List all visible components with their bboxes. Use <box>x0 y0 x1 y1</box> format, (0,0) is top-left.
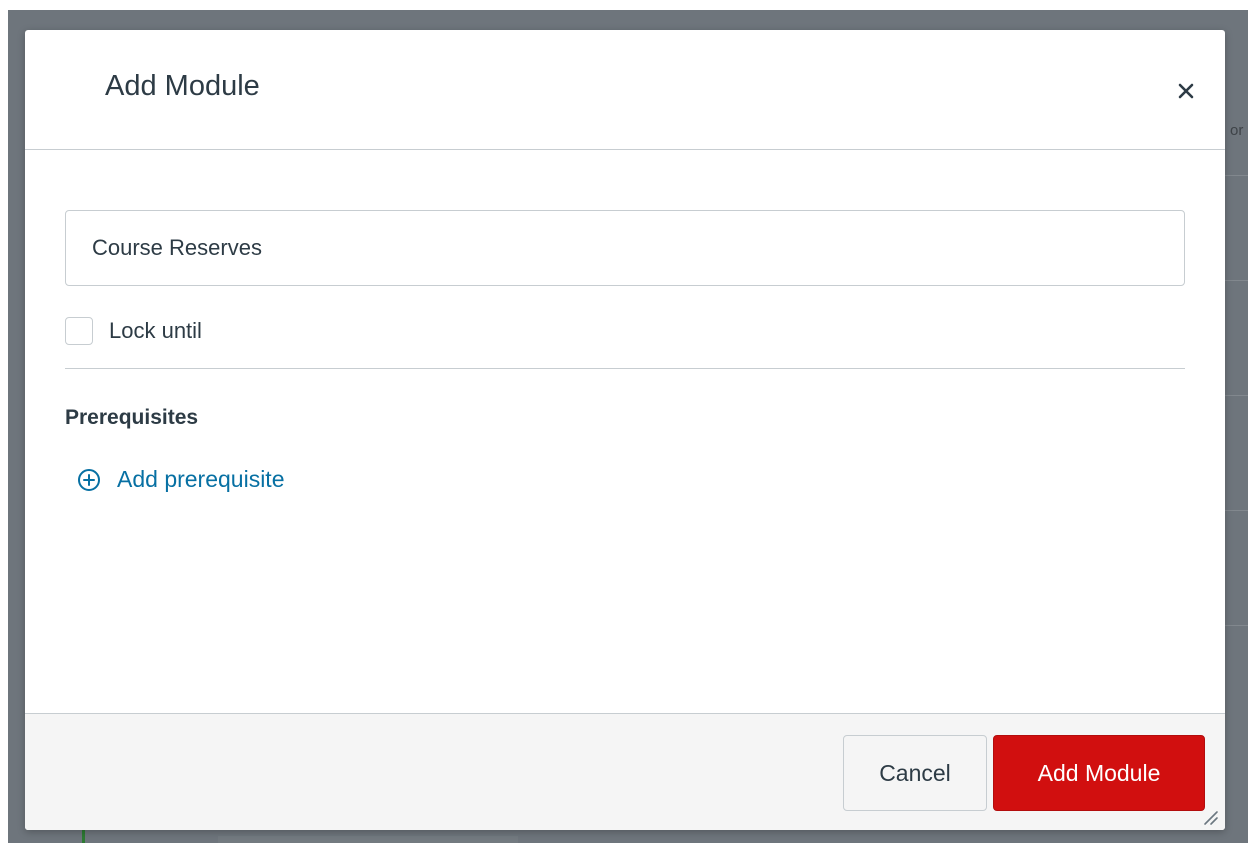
resize-handle-icon[interactable] <box>1201 808 1219 826</box>
lock-until-row[interactable]: Lock until <box>65 315 202 347</box>
module-name-input[interactable] <box>65 210 1185 286</box>
cancel-button[interactable]: Cancel <box>843 735 987 811</box>
prerequisites-heading: Prerequisites <box>65 406 199 429</box>
dialog-footer: Cancel Add Module <box>25 713 1225 830</box>
dialog-title: Add Module <box>105 70 260 102</box>
add-prerequisite-link[interactable]: Add prerequisite <box>77 466 285 493</box>
close-button[interactable] <box>1169 74 1203 108</box>
lock-until-label[interactable]: Lock until <box>109 318 202 344</box>
background-accent-bar <box>82 828 85 843</box>
add-prerequisite-label: Add prerequisite <box>117 466 285 492</box>
background-faint-row <box>218 836 518 843</box>
lock-until-checkbox[interactable] <box>65 317 93 345</box>
dialog-body: Lock until Prerequisites Add prerequisit… <box>25 150 1225 713</box>
close-icon <box>1178 83 1194 99</box>
dialog-header: Add Module <box>25 30 1225 150</box>
add-module-button[interactable]: Add Module <box>993 735 1205 811</box>
section-divider <box>65 368 1185 369</box>
page: or Add Module Lock until Prerequisites <box>0 0 1248 843</box>
background-partial-text: or <box>1230 122 1244 139</box>
add-module-dialog: Add Module Lock until Prerequisites <box>25 30 1225 830</box>
plus-circle-icon <box>77 468 101 492</box>
